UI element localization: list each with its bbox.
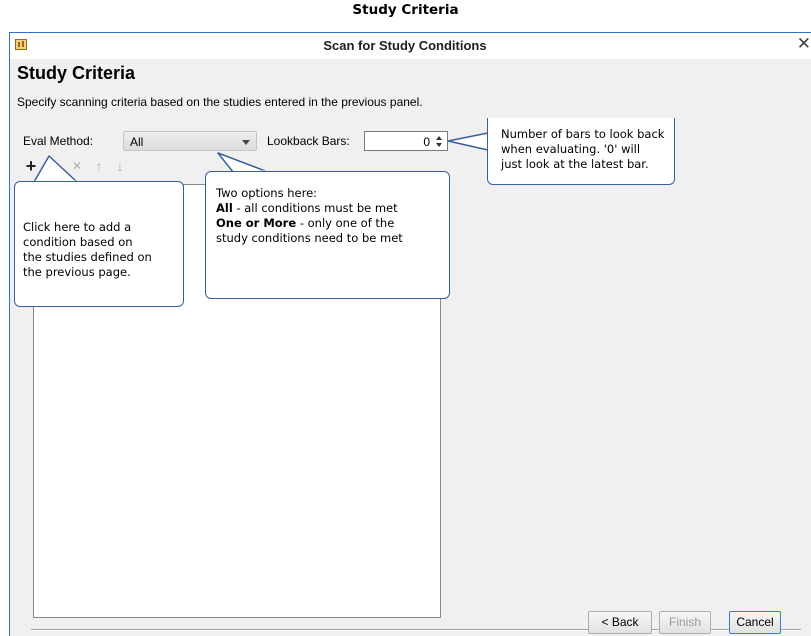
move-down-icon[interactable]: ↓ [111, 157, 129, 175]
title-bar: Scan for Study Conditions ✕ [10, 33, 811, 59]
edit-condition-icon[interactable]: ✎ [46, 157, 64, 175]
lookback-bars-spinner[interactable]: 0 [364, 131, 448, 151]
window-title: Scan for Study Conditions [323, 38, 487, 53]
eval-method-dropdown[interactable]: All [123, 131, 257, 151]
spin-down-icon[interactable] [436, 143, 442, 147]
lookback-bars-value: 0 [423, 135, 430, 149]
chevron-down-icon [242, 140, 250, 145]
eval-method-callout: Two options here: All - all conditions m… [205, 171, 450, 299]
finish-button[interactable]: Finish [659, 611, 711, 634]
add-condition-icon[interactable]: + [22, 157, 40, 175]
eval-method-value: All [130, 135, 144, 149]
lookback-callout: Number of bars to look back when evaluat… [487, 118, 675, 185]
page-description: Specify scanning criteria based on the s… [17, 95, 423, 109]
delete-condition-icon[interactable]: ✕ [68, 157, 86, 175]
eval-method-label: Eval Method: [23, 134, 94, 148]
add-condition-callout: Click here to add a condition based on t… [14, 181, 184, 307]
spin-up-icon[interactable] [436, 136, 442, 140]
document-caption: Study Criteria [352, 2, 459, 18]
close-icon[interactable]: ✕ [797, 34, 811, 54]
lookback-bars-label: Lookback Bars: [267, 134, 350, 148]
back-button[interactable]: < Back [588, 611, 652, 634]
move-up-icon[interactable]: ↑ [90, 157, 108, 175]
scan-dialog: Scan for Study Conditions ✕ Study Criter… [9, 32, 811, 636]
cancel-button[interactable]: Cancel [729, 611, 781, 634]
page-title: Study Criteria [17, 63, 136, 83]
